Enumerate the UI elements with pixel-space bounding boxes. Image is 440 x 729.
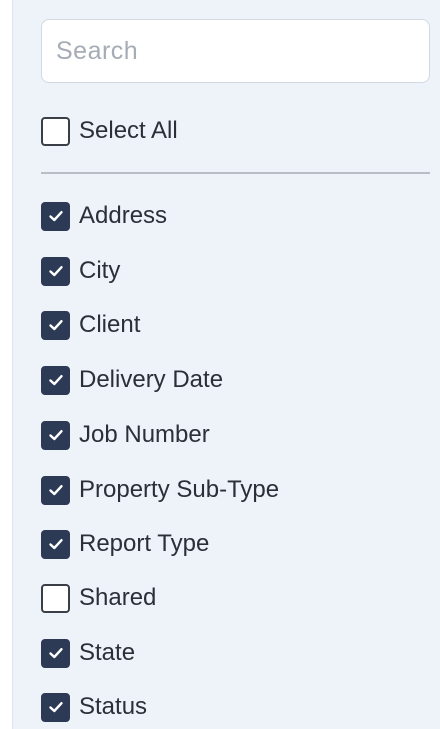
- select-all-label: Select All: [79, 117, 178, 144]
- checkbox-box[interactable]: [41, 583, 70, 613]
- checkbox-box[interactable]: [41, 638, 70, 668]
- column-option-address[interactable]: Address: [41, 199, 167, 233]
- column-option-status[interactable]: Status: [41, 690, 147, 724]
- option-label: Report Type: [79, 530, 210, 557]
- checkbox-box[interactable]: [41, 365, 70, 395]
- option-label: Status: [79, 693, 148, 720]
- check-icon: [48, 648, 63, 659]
- column-filter-panel: Select All Address City Client Delivery …: [12, 0, 440, 729]
- check-icon: [48, 375, 63, 386]
- column-option-shared[interactable]: Shared: [41, 581, 156, 615]
- checkbox-box[interactable]: [41, 256, 70, 286]
- column-option-client[interactable]: Client: [41, 308, 140, 342]
- select-all-checkbox[interactable]: Select All: [41, 114, 178, 148]
- column-option-job-number[interactable]: Job Number: [41, 418, 210, 452]
- search-input[interactable]: [41, 19, 430, 83]
- option-label: Address: [79, 202, 168, 229]
- checkbox-box[interactable]: [41, 475, 70, 505]
- checkbox-box[interactable]: [41, 529, 70, 559]
- check-icon: [48, 266, 63, 277]
- divider: [41, 172, 430, 174]
- option-label: Client: [79, 311, 141, 338]
- column-option-delivery-date[interactable]: Delivery Date: [41, 363, 223, 397]
- option-label: Delivery Date: [79, 366, 224, 393]
- checkbox-box[interactable]: [41, 420, 70, 450]
- check-icon: [48, 539, 63, 550]
- checkbox-box[interactable]: [41, 310, 70, 340]
- check-icon: [48, 702, 63, 713]
- option-label: City: [79, 257, 121, 284]
- option-label: Property Sub-Type: [79, 476, 280, 503]
- column-option-city[interactable]: City: [41, 254, 120, 288]
- check-icon: [48, 430, 63, 441]
- checkbox-box[interactable]: [41, 116, 70, 146]
- column-option-report-type[interactable]: Report Type: [41, 527, 209, 561]
- column-option-property-sub-type[interactable]: Property Sub-Type: [41, 473, 279, 507]
- option-label: Job Number: [79, 421, 210, 448]
- option-label: Shared: [79, 584, 157, 611]
- column-option-state[interactable]: State: [41, 636, 135, 670]
- checkbox-box[interactable]: [41, 692, 70, 722]
- checkbox-box[interactable]: [41, 201, 70, 231]
- option-label: State: [79, 639, 136, 666]
- check-icon: [48, 485, 63, 496]
- check-icon: [48, 320, 63, 331]
- check-icon: [48, 211, 63, 222]
